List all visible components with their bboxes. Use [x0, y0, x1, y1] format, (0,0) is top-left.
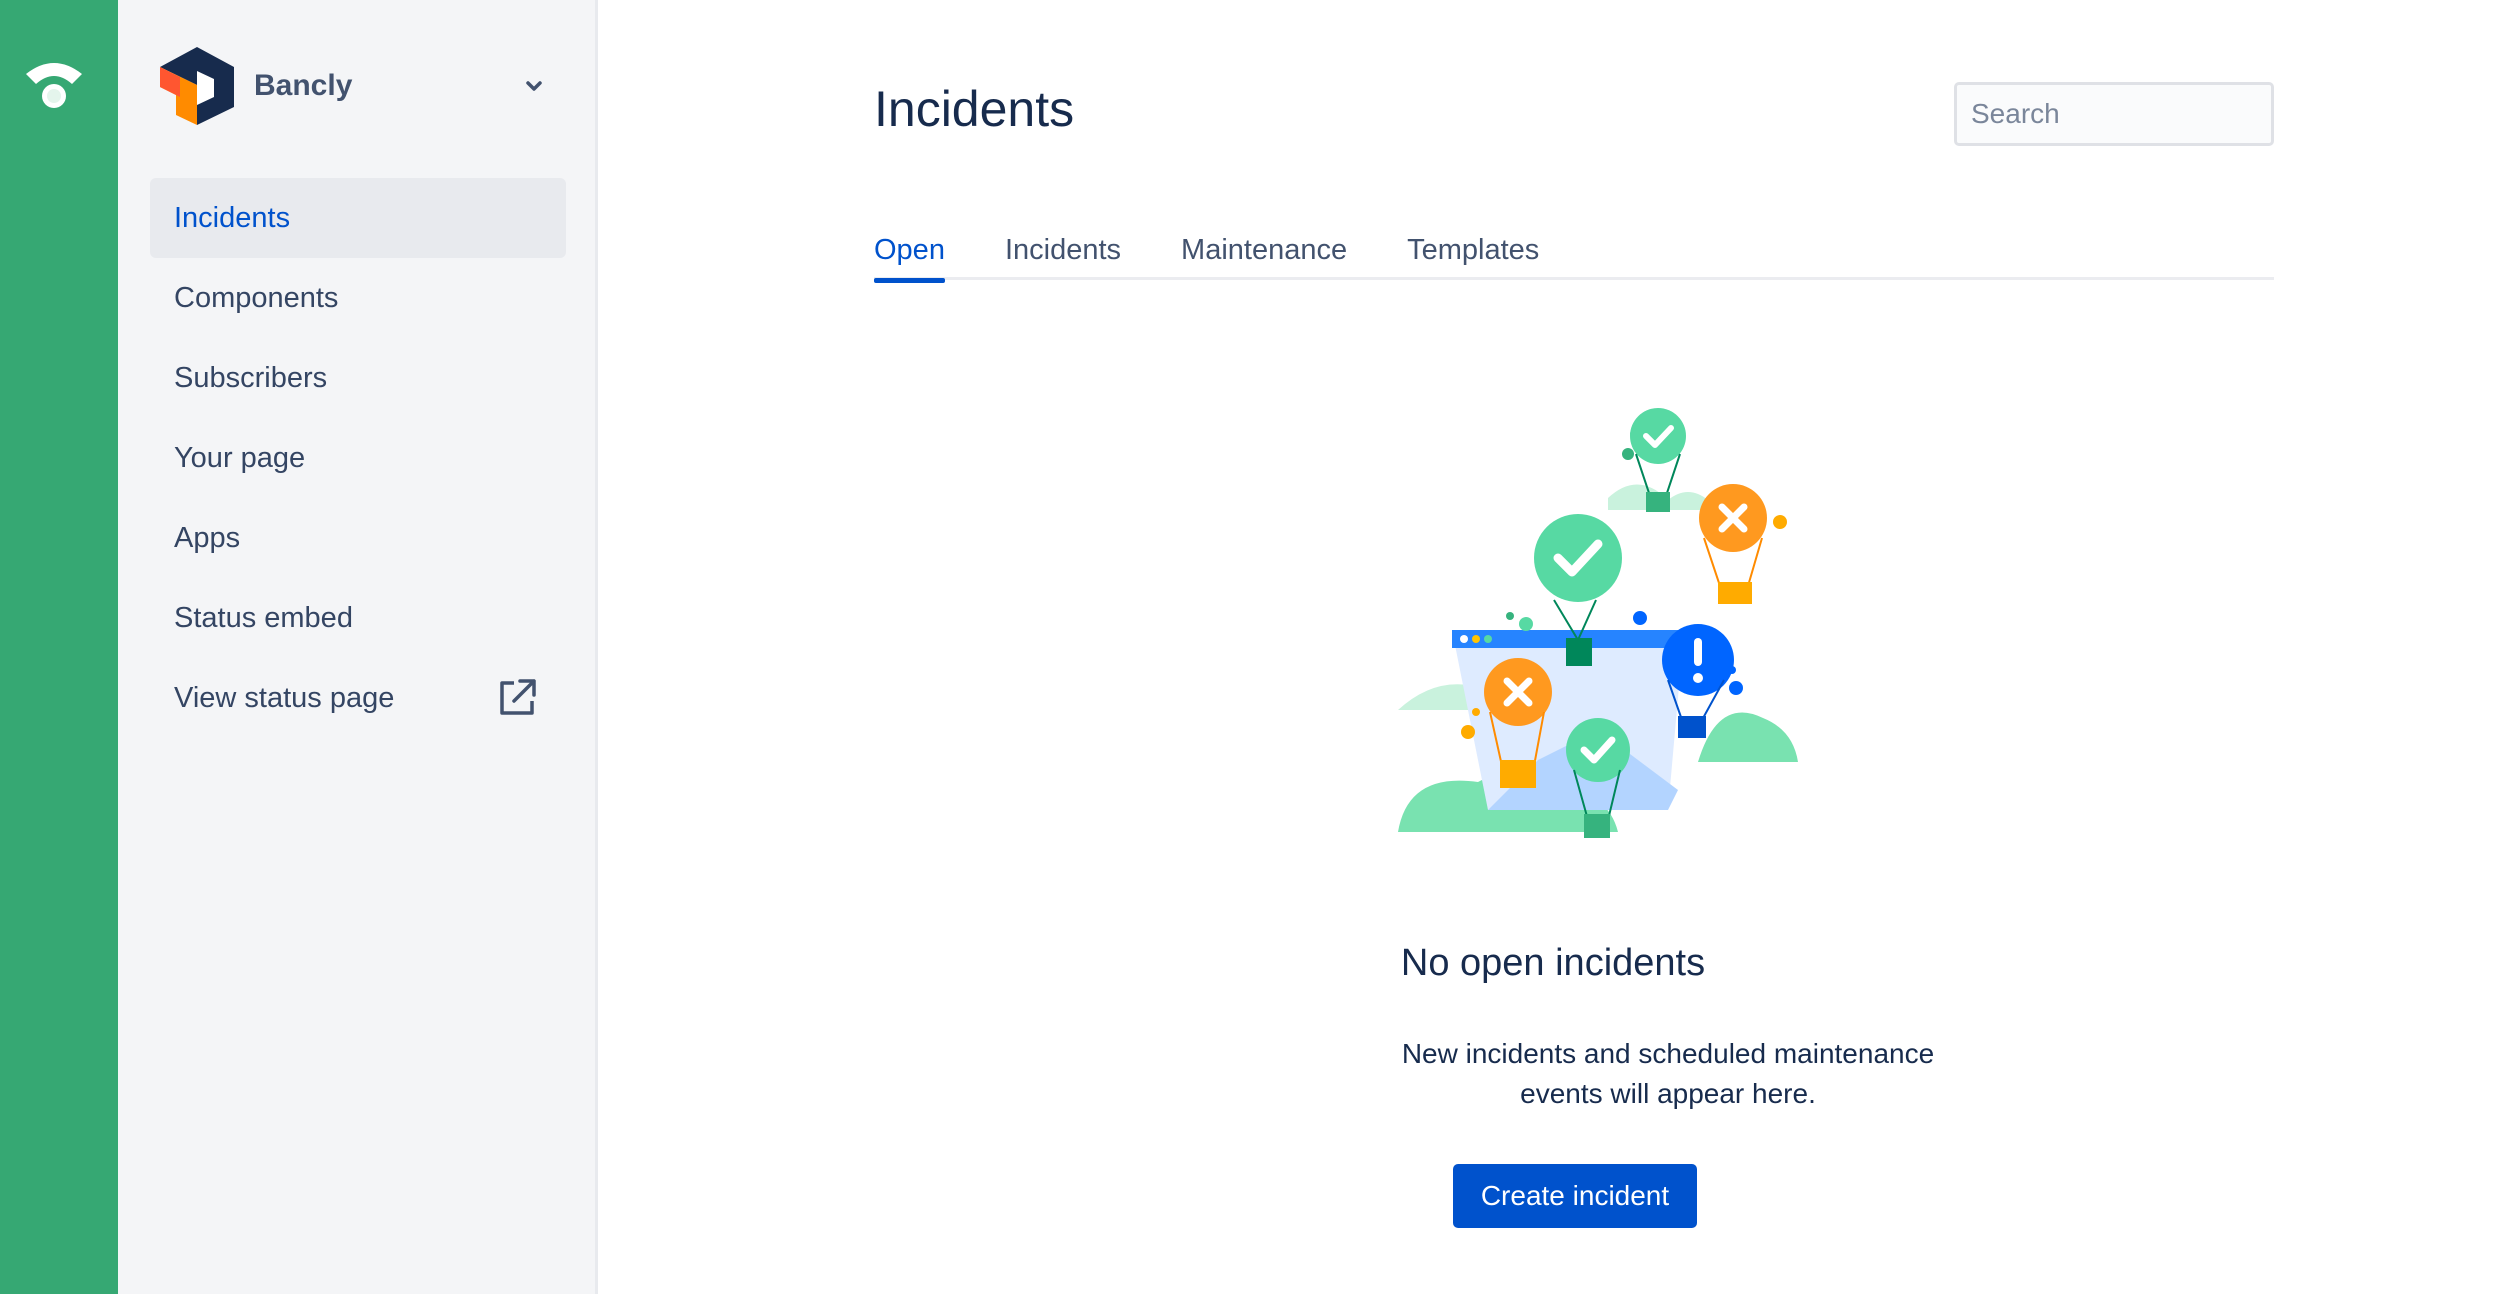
- tab-open[interactable]: Open: [874, 224, 945, 283]
- sidebar-item-label: Apps: [174, 521, 241, 554]
- page-title: Incidents: [874, 81, 1075, 137]
- global-nav-rail: [0, 0, 118, 1294]
- statuspage-logo-icon[interactable]: [22, 56, 86, 112]
- create-incident-button[interactable]: Create incident: [1453, 1164, 1697, 1228]
- sidebar-item-your-page[interactable]: Your page: [150, 418, 566, 498]
- org-logo-icon: [160, 47, 234, 125]
- empty-state-description-line: events will appear here.: [1520, 1078, 1816, 1109]
- empty-state-illustration: [1398, 408, 1798, 838]
- tab-incidents[interactable]: Incidents: [1005, 224, 1121, 280]
- empty-state-description-line: New incidents and scheduled maintenance: [1401, 1038, 1935, 1069]
- sidebar: Bancly Incidents Components Subscribers …: [118, 0, 598, 1294]
- tab-maintenance[interactable]: Maintenance: [1181, 224, 1347, 280]
- sidebar-item-label: Incidents: [174, 201, 291, 234]
- sidebar-item-apps[interactable]: Apps: [150, 498, 566, 578]
- sidebar-item-subscribers[interactable]: Subscribers: [150, 338, 566, 418]
- sidebar-item-label: Status embed: [174, 601, 353, 634]
- empty-state-title: No open incidents: [1400, 942, 1706, 984]
- sidebar-item-incidents[interactable]: Incidents: [150, 178, 566, 258]
- org-name: Bancly: [254, 69, 353, 102]
- external-link-icon: [500, 679, 536, 715]
- org-switcher[interactable]: Bancly: [156, 44, 556, 128]
- sidebar-item-components[interactable]: Components: [150, 258, 566, 338]
- search-box[interactable]: [1954, 82, 2332, 146]
- sidebar-item-label: Your page: [174, 441, 306, 474]
- sidebar-item-label: Components: [174, 281, 339, 314]
- sidebar-nav: Incidents Components Subscribers Your pa…: [150, 178, 566, 738]
- empty-state-description: New incidents and scheduled maintenance …: [1298, 1034, 2038, 1114]
- sidebar-item-label: Subscribers: [174, 361, 328, 394]
- tab-bar: Open Incidents Maintenance Templates: [874, 224, 2274, 283]
- search-input[interactable]: [1971, 98, 2332, 130]
- chevron-down-icon: [526, 81, 542, 91]
- main-content: Incidents Open Incidents Maintenance Tem…: [598, 0, 2508, 1294]
- sidebar-item-label: View status page: [174, 681, 395, 714]
- sidebar-item-status-embed[interactable]: Status embed: [150, 578, 566, 658]
- sidebar-item-view-status-page[interactable]: View status page: [150, 658, 566, 738]
- tab-templates[interactable]: Templates: [1407, 224, 1539, 280]
